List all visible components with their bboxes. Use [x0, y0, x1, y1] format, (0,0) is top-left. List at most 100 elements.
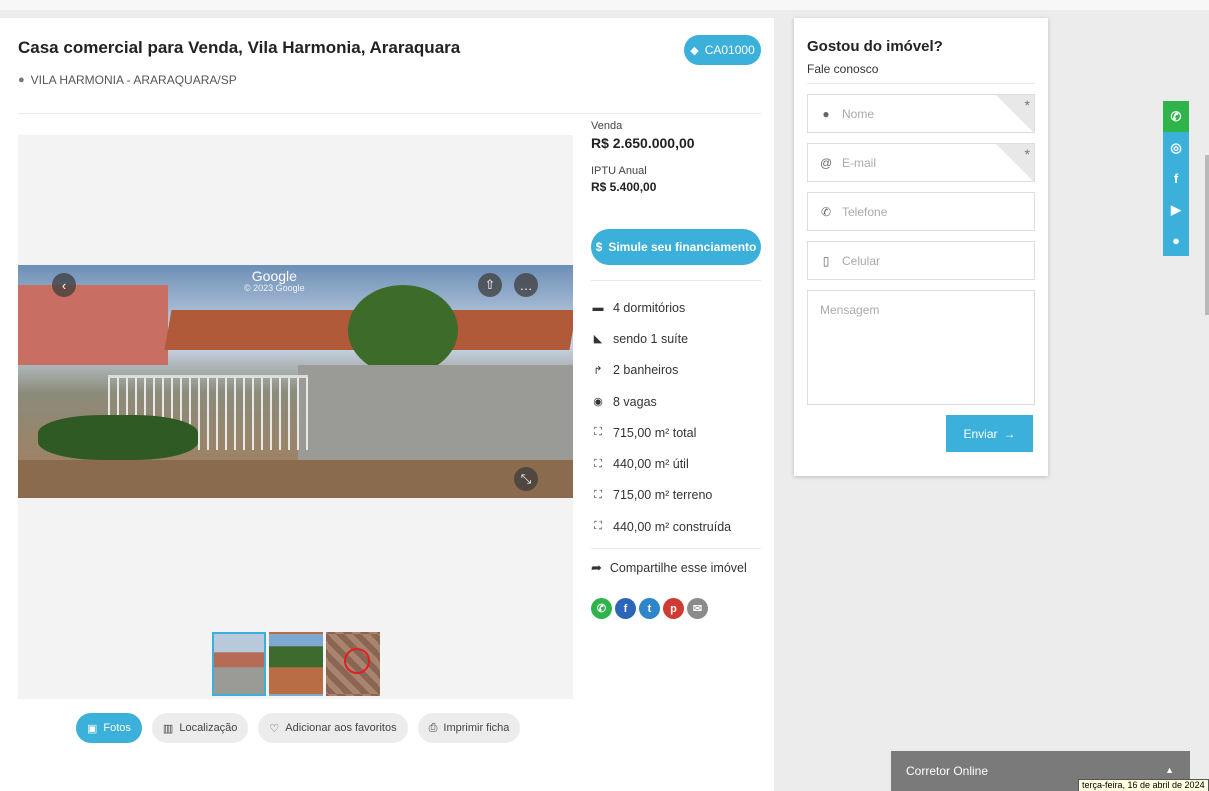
- back-arrow-icon[interactable]: ‹: [52, 273, 76, 297]
- photos-button[interactable]: ▣ Fotos: [76, 713, 142, 743]
- instagram-icon[interactable]: ◎: [1163, 132, 1189, 163]
- thumbnail-2[interactable]: [269, 632, 323, 696]
- pinterest-share-icon[interactable]: p: [663, 598, 684, 619]
- location-button[interactable]: ▥ Localização: [151, 713, 249, 743]
- chevron-up-icon: ▲: [1165, 765, 1174, 775]
- twitter-share-icon[interactable]: t: [639, 598, 660, 619]
- location-label: Localização: [179, 722, 238, 734]
- corretor-label: Corretor Online: [906, 764, 989, 778]
- add-favorites-button[interactable]: ♡ Adicionar aos favoritos: [258, 713, 408, 743]
- car-icon: ◉: [593, 396, 603, 409]
- thumbnail-3[interactable]: [326, 632, 380, 696]
- thumbnail-strip: [212, 632, 380, 696]
- arrow-right-icon: →: [1003, 426, 1016, 441]
- message-field[interactable]: Mensagem: [807, 290, 1035, 405]
- divider: [591, 280, 761, 281]
- divider: [18, 113, 761, 114]
- feature-text: 8 vagas: [613, 394, 657, 409]
- email-field[interactable]: @ E-mail *: [807, 143, 1035, 182]
- scrollbar-thumb[interactable]: [1205, 155, 1209, 315]
- feature-item: ⛶ 715,00 m² total: [591, 417, 731, 448]
- divider: [807, 83, 1035, 84]
- youtube-icon[interactable]: ▶: [1163, 194, 1189, 225]
- email-share-icon[interactable]: ✉: [687, 598, 708, 619]
- feature-text: 440,00 m² útil: [613, 457, 689, 472]
- whatsapp-share-icon[interactable]: ✆: [591, 598, 612, 619]
- mobile-placeholder: Celular: [842, 253, 881, 268]
- whatsapp-icon[interactable]: ✆: [1163, 101, 1189, 132]
- feature-text: 715,00 m² total: [613, 425, 697, 440]
- feature-text: sendo 1 suíte: [613, 331, 689, 346]
- map-marker-icon: ●: [18, 74, 25, 86]
- favorites-label: Adicionar aos favoritos: [285, 722, 397, 734]
- photo-house: [18, 285, 168, 365]
- property-code: CA01000: [704, 43, 755, 57]
- share-label: Compartilhe esse imóvel: [609, 561, 747, 575]
- pricing-block: Venda R$ 2.650.000,00 IPTU Anual R$ 5.40…: [591, 120, 763, 194]
- contact-form: Gostou do imóvel? Fale conosco ● Nome * …: [794, 18, 1048, 476]
- message-placeholder: Mensagem: [820, 303, 880, 317]
- share-heading: ➦ Compartilhe esse imóvel: [591, 560, 747, 576]
- more-options-icon[interactable]: …: [514, 273, 538, 297]
- photo-wall: [298, 365, 573, 475]
- map-icon: ▥: [162, 722, 174, 735]
- facebook-icon[interactable]: f: [1163, 163, 1189, 194]
- sale-price: R$ 2.650.000,00: [591, 135, 695, 151]
- share-upload-icon[interactable]: ⇧: [478, 273, 502, 297]
- mobile-field[interactable]: ▯ Celular: [807, 241, 1035, 280]
- iptu-label: IPTU Anual: [591, 165, 647, 177]
- expand-icon: ⛶: [594, 457, 602, 470]
- bathtub-icon: ◣: [593, 333, 603, 346]
- name-placeholder: Nome: [842, 106, 875, 121]
- shower-icon: ↱: [593, 364, 603, 377]
- heart-icon: ♡: [269, 722, 280, 735]
- collapse-icon[interactable]: ⤡: [514, 467, 538, 491]
- google-watermark: Google © 2023 Google: [244, 268, 305, 294]
- photo-tree: [348, 285, 458, 375]
- property-title: Casa comercial para Venda, Vila Harmonia…: [18, 38, 461, 57]
- feature-list: ▬ 4 dormitórios ◣ sendo 1 suíte ↱ 2 banheiros…: [591, 292, 732, 542]
- feature-item: ⛶ 715,00 m² terreno: [591, 480, 731, 511]
- property-location: ● VILA HARMONIA - ARARAQUARA/SP: [18, 73, 237, 87]
- photo-gallery: Google © 2023 Google ‹ ⇧ … ⤡: [18, 135, 573, 699]
- share-icons: ✆ f t p ✉: [591, 598, 708, 619]
- photos-label: Fotos: [103, 722, 131, 734]
- location-text: VILA HARMONIA - ARARAQUARA/SP: [30, 73, 237, 87]
- feature-item: ◣ sendo 1 suíte: [591, 323, 731, 354]
- simulate-financing-button[interactable]: $ Simule seu financiamento: [591, 229, 761, 265]
- tag-icon: ◆: [690, 44, 699, 57]
- print-sheet-button[interactable]: ⎙ Imprimir ficha: [417, 713, 521, 743]
- expand-icon: ⛶: [594, 488, 602, 501]
- printer-icon: ⎙: [428, 721, 438, 734]
- gallery-actions: ▣ Fotos ▥ Localização ♡ Adicionar aos fa…: [76, 713, 521, 743]
- feature-text: 4 dormitórios: [613, 300, 686, 315]
- chat-icon[interactable]: ●: [1163, 225, 1189, 256]
- feature-item: ⛶ 440,00 m² construída: [591, 511, 731, 542]
- mobile-icon: ▯: [822, 253, 830, 268]
- iptu-value: R$ 5.400,00: [591, 180, 657, 194]
- sale-label: Venda: [591, 120, 623, 132]
- feature-text: 440,00 m² construída: [613, 519, 732, 534]
- expand-icon: ⛶: [594, 426, 602, 439]
- dollar-icon: $: [595, 240, 603, 254]
- required-mark: *: [1024, 97, 1030, 113]
- photo-ground: [18, 460, 573, 498]
- feature-item: ⛶ 440,00 m² útil: [591, 448, 731, 479]
- required-mark: *: [1024, 146, 1030, 162]
- send-button[interactable]: Enviar →: [946, 415, 1033, 452]
- facebook-share-icon[interactable]: f: [615, 598, 636, 619]
- google-label: Google: [251, 268, 297, 284]
- simulate-label: Simule seu financiamento: [608, 240, 757, 254]
- phone-field[interactable]: ✆ Telefone: [807, 192, 1035, 231]
- social-sidebar: ✆ ◎ f ▶ ●: [1163, 101, 1189, 256]
- thumbnail-1[interactable]: [212, 632, 266, 696]
- google-copyright: © 2023 Google: [244, 283, 305, 294]
- form-title: Gostou do imóvel?: [807, 38, 943, 55]
- user-icon: ●: [822, 106, 830, 121]
- street-view-photo[interactable]: Google © 2023 Google ‹ ⇧ … ⤡: [18, 265, 573, 498]
- bed-icon: ▬: [592, 301, 604, 314]
- expand-icon: ⛶: [594, 520, 602, 533]
- send-label: Enviar: [963, 426, 998, 441]
- name-field[interactable]: ● Nome *: [807, 94, 1035, 133]
- top-bar: [0, 0, 1209, 10]
